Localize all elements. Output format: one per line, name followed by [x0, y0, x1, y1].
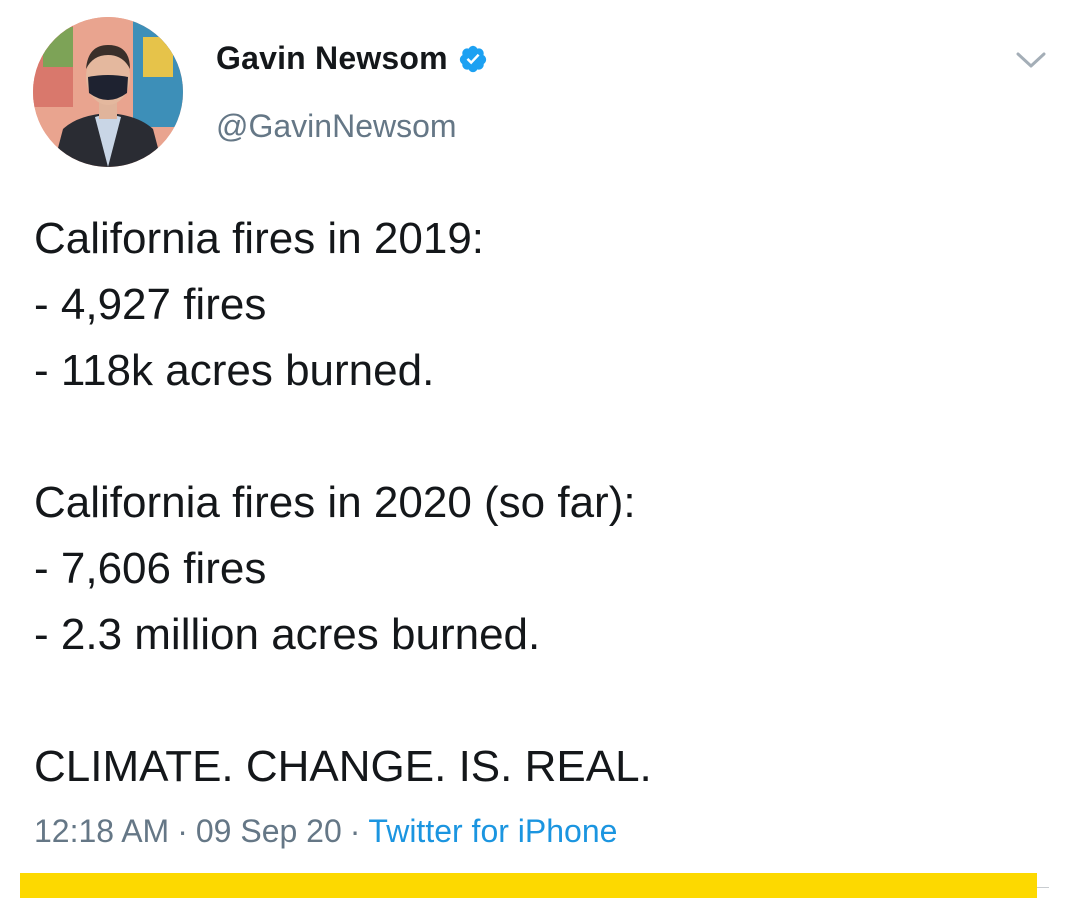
tweet-line: - 4,927 fires	[34, 280, 267, 329]
highlight-bar	[20, 873, 1037, 898]
tweet-line: California fires in 2020 (so far):	[34, 478, 636, 527]
chevron-down-icon	[1016, 52, 1046, 68]
tweet-date[interactable]: 09 Sep 20	[196, 813, 342, 849]
tweet-metadata: 12:18 AM · 09 Sep 20 · Twitter for iPhone	[34, 813, 617, 850]
verified-badge-icon	[458, 44, 488, 74]
tweet-line: - 2.3 million acres burned.	[34, 610, 541, 659]
tweet-time[interactable]: 12:18 AM	[34, 813, 169, 849]
author-name-row[interactable]: Gavin Newsom	[216, 40, 488, 77]
tweet-source-link[interactable]: Twitter for iPhone	[368, 813, 617, 849]
tweet-line: CLIMATE. CHANGE. IS. REAL.	[34, 742, 652, 791]
author-display-name[interactable]: Gavin Newsom	[216, 40, 448, 77]
divider	[1037, 887, 1049, 888]
more-options-button[interactable]	[1012, 44, 1050, 76]
meta-separator: ·	[177, 813, 188, 849]
tweet-line: California fires in 2019:	[34, 214, 485, 263]
meta-separator: ·	[349, 813, 361, 849]
tweet-text: California fires in 2019: - 4,927 fires …	[34, 206, 1054, 800]
author-handle[interactable]: @GavinNewsom	[216, 108, 457, 145]
avatar[interactable]	[33, 17, 183, 167]
tweet-line: - 7,606 fires	[34, 544, 267, 593]
tweet-line: - 118k acres burned.	[34, 346, 435, 395]
profile-photo-icon	[33, 17, 183, 167]
